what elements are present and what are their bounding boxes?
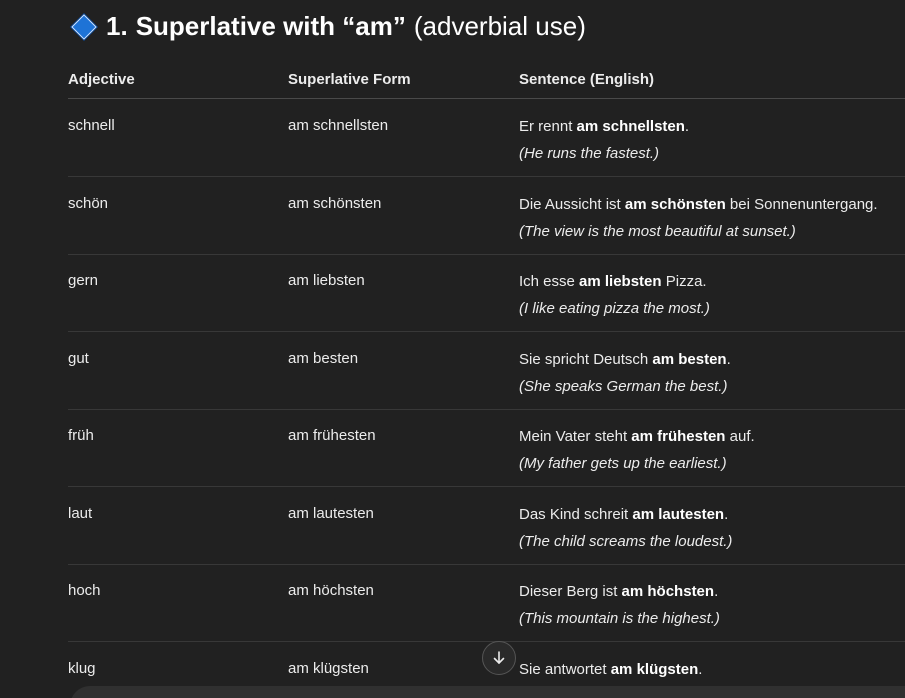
- cell-adjective: früh: [68, 427, 94, 444]
- cell-sentence: Ich esse am liebsten Pizza. (I like eatin…: [519, 272, 905, 319]
- sentence-text-after: .: [714, 583, 719, 600]
- heading-title-rest: (adverbial use): [413, 10, 586, 41]
- example-sentence: Er rennt am schnellsten.: [519, 117, 905, 137]
- sentence-text-after: .: [684, 118, 690, 135]
- table-row: hoch am höchsten Dieser Berg ist am höchst…: [68, 564, 905, 642]
- cell-sentence: Sie spricht Deutsch am besten. (She speak…: [519, 350, 905, 397]
- example-sentence: Dieser Berg ist am höchsten.: [519, 582, 905, 602]
- sentence-text-after: auf.: [725, 428, 755, 445]
- sentence-text-before: Mein Vater steht: [519, 428, 632, 445]
- blue-diamond-icon: [72, 15, 94, 37]
- cell-superlative: am lautesten: [288, 504, 374, 522]
- cell-superlative: am frühesten: [288, 427, 376, 444]
- sentence-text-after: .: [698, 660, 703, 678]
- cell-adjective: gut: [68, 349, 89, 367]
- column-header-superlative: Superlative Form: [288, 71, 411, 88]
- cell-adjective: gern: [68, 272, 99, 289]
- english-translation: (The view is the most beautiful at sunse…: [519, 222, 796, 240]
- example-sentence: Sie antwortet am klügsten.: [519, 660, 905, 680]
- sentence-text-after: .: [724, 505, 729, 523]
- column-header-sentence: Sentence (English): [519, 71, 655, 88]
- sentence-superlative-bold: am klügsten: [610, 660, 699, 678]
- example-sentence: Die Aussicht ist am schönsten bei Sonnen…: [519, 195, 905, 215]
- cell-adjective: hoch: [68, 582, 101, 599]
- cell-sentence: Die Aussicht ist am schönsten bei Sonnen…: [519, 195, 905, 242]
- sentence-text-after: bei Sonnenuntergang.: [725, 195, 878, 213]
- sentence-text-after: Pizza.: [661, 273, 707, 290]
- cell-superlative: am klügsten: [288, 659, 369, 677]
- example-sentence: Sie spricht Deutsch am besten.: [519, 350, 905, 370]
- english-translation: (My father gets up the earliest.): [519, 455, 727, 472]
- cell-superlative: am höchsten: [288, 582, 374, 599]
- english-translation: (The child screams the loudest.): [519, 532, 733, 550]
- sentence-text-before: Sie spricht Deutsch: [519, 350, 653, 368]
- sentence-superlative-bold: am höchsten: [621, 583, 715, 600]
- section-heading: 1. Superlative with “am” (adverbial use): [72, 8, 586, 44]
- cell-adjective: klug: [68, 659, 96, 677]
- heading-title-bold: Superlative with “am”: [135, 10, 406, 41]
- sentence-text-before: Das Kind schreit: [519, 505, 633, 523]
- sentence-superlative-bold: am schönsten: [624, 195, 726, 213]
- table-row: gern am liebsten Ich esse am liebsten Pizz…: [68, 254, 905, 332]
- cell-sentence: Sie antwortet am klügsten.: [519, 660, 905, 680]
- cell-sentence: Dieser Berg ist am höchsten. (This mounta…: [519, 582, 905, 629]
- message-composer[interactable]: [70, 686, 905, 698]
- chat-response-page: 1. Superlative with “am” (adverbial use)…: [0, 0, 905, 698]
- sentence-superlative-bold: am lautesten: [632, 505, 725, 523]
- arrow-down-icon: [493, 651, 505, 664]
- table-row: schön am schönsten Die Aussicht ist am sch…: [68, 177, 905, 255]
- table-row: schnell am schnellsten Er rennt am schnell…: [68, 99, 905, 177]
- cell-adjective: laut: [68, 504, 93, 522]
- table-row: laut am lautesten Das Kind schreit am laut…: [68, 487, 905, 565]
- scroll-to-bottom-button[interactable]: [482, 641, 516, 675]
- cell-superlative: am schnellsten: [288, 117, 389, 134]
- english-translation: (I like eating pizza the most.): [519, 300, 710, 317]
- cell-superlative: am schönsten: [288, 194, 382, 212]
- cell-adjective: schön: [68, 194, 109, 212]
- cell-sentence: Mein Vater steht am frühesten auf. (My fa…: [519, 427, 905, 474]
- example-sentence: Ich esse am liebsten Pizza.: [519, 272, 905, 292]
- english-translation: (She speaks German the best.): [519, 377, 728, 395]
- sentence-text-before: Ich esse: [519, 273, 580, 290]
- cell-adjective: schnell: [68, 117, 115, 134]
- table-row: früh am frühesten Mein Vater steht am früh…: [68, 409, 905, 487]
- sentence-text-before: Dieser Berg ist: [519, 583, 622, 600]
- sentence-text-before: Die Aussicht ist: [519, 195, 625, 213]
- table-header: Adjective Superlative Form Sentence (Eng…: [68, 62, 905, 99]
- cell-sentence: Das Kind schreit am lautesten. (The child…: [519, 505, 905, 552]
- example-sentence: Mein Vater steht am frühesten auf.: [519, 427, 905, 447]
- english-translation: (This mountain is the highest.): [519, 610, 720, 627]
- sentence-superlative-bold: am schnellsten: [576, 118, 685, 135]
- example-sentence: Das Kind schreit am lautesten.: [519, 505, 905, 525]
- sentence-superlative-bold: am liebsten: [579, 273, 662, 290]
- heading-number: 1.: [106, 10, 128, 41]
- cell-superlative: am besten: [288, 349, 359, 367]
- english-translation: (He runs the fastest.): [519, 145, 660, 162]
- sentence-text-after: .: [726, 350, 731, 368]
- cell-superlative: am liebsten: [288, 272, 365, 289]
- table-row: gut am besten Sie spricht Deutsch am beste…: [68, 332, 905, 410]
- sentence-text-before: Er rennt: [519, 118, 577, 135]
- cell-sentence: Er rennt am schnellsten. (He runs the fas…: [519, 117, 905, 164]
- sentence-superlative-bold: am besten: [652, 350, 727, 368]
- sentence-superlative-bold: am frühesten: [631, 428, 726, 445]
- column-header-adjective: Adjective: [68, 71, 135, 88]
- sentence-text-before: Sie antwortet: [519, 660, 611, 678]
